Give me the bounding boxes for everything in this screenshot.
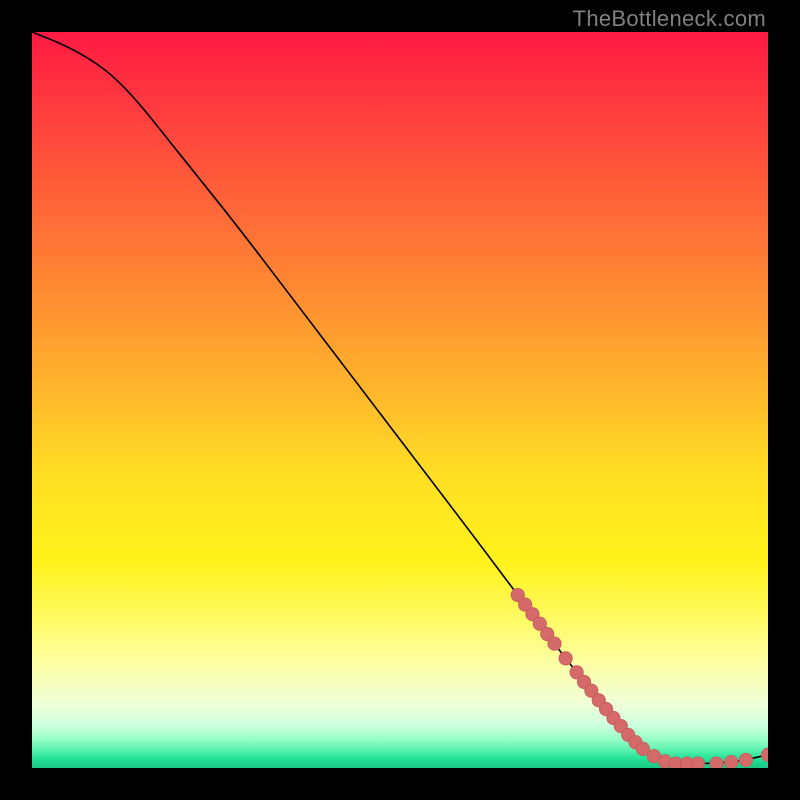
watermark-text: TheBottleneck.com [573, 6, 766, 32]
background-gradient [32, 32, 768, 768]
chart-container: TheBottleneck.com [0, 0, 800, 800]
plot-area [32, 32, 768, 768]
